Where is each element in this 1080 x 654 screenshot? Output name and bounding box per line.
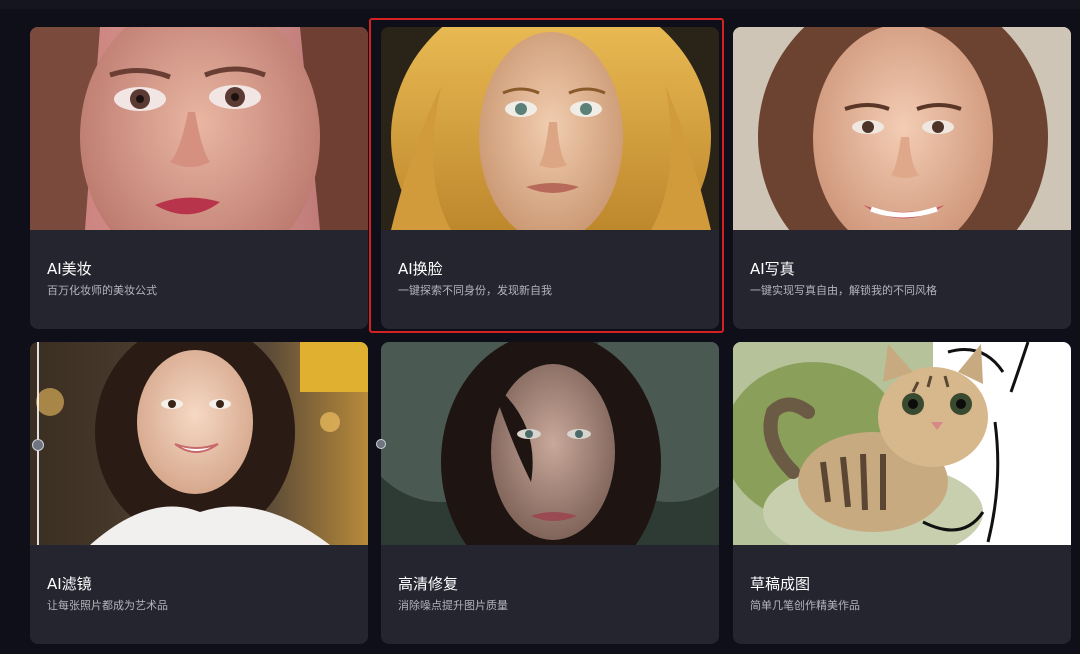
card-title: AI写真 [750, 260, 795, 278]
card-title: 草稿成图 [750, 575, 811, 593]
card-description: 简单几笔创作精美作品 [750, 599, 860, 612]
card-ai-faceswap[interactable]: AI换脸 一键探索不同身份，发现新自我 [381, 27, 719, 329]
portrait-filter-image [30, 342, 368, 545]
card-description: 让每张照片都成为艺术品 [47, 599, 168, 612]
card-title: AI美妆 [47, 260, 92, 278]
kitten-sketch-image [733, 342, 1071, 545]
portrait-restore-image [381, 342, 719, 545]
card-description: 一键实现写真自由，解锁我的不同风格 [750, 284, 937, 297]
card-title: AI换脸 [398, 260, 443, 278]
portrait-makeup-image [30, 27, 368, 230]
card-hd-restore[interactable]: 高清修复 消除噪点提升图片质量 [381, 342, 719, 644]
card-description: 一键探索不同身份，发现新自我 [398, 284, 552, 297]
card-title: AI滤镜 [47, 575, 92, 593]
comparison-slider-handle[interactable] [376, 439, 386, 449]
portrait-photo-image [733, 27, 1071, 230]
card-ai-filter[interactable]: AI滤镜 让每张照片都成为艺术品 [30, 342, 368, 644]
comparison-slider-handle[interactable] [32, 439, 44, 451]
card-title: 高清修复 [398, 575, 459, 593]
card-ai-photo[interactable]: AI写真 一键实现写真自由，解锁我的不同风格 [733, 27, 1071, 329]
card-description: 百万化妆师的美妆公式 [47, 284, 157, 297]
card-ai-makeup[interactable]: AI美妆 百万化妆师的美妆公式 [30, 27, 368, 329]
portrait-faceswap-image [381, 27, 719, 230]
card-description: 消除噪点提升图片质量 [398, 599, 508, 612]
card-sketch-to-image[interactable]: 草稿成图 简单几笔创作精美作品 [733, 342, 1071, 644]
top-bar [0, 0, 1080, 9]
